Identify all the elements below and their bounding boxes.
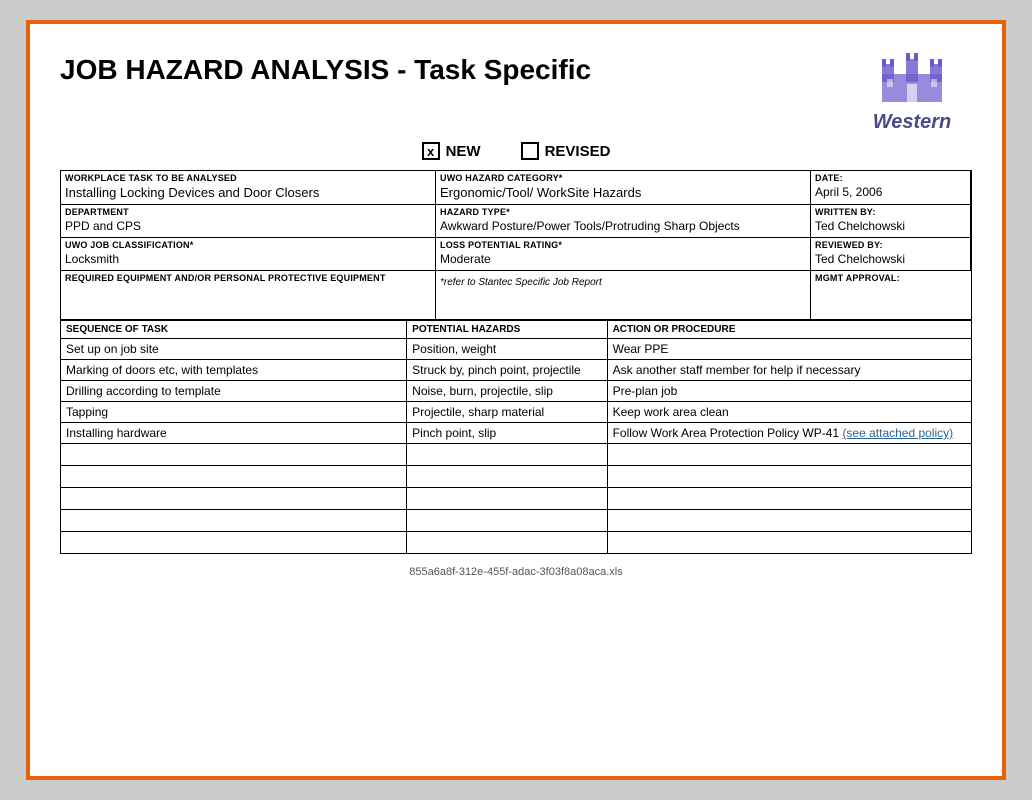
new-checkbox: x <box>422 142 440 160</box>
action-cell: Wear PPE <box>607 339 971 360</box>
file-id: 855a6a8f-312e-455f-adac-3f03f8a08aca.xls <box>409 566 622 578</box>
action-cell: Keep work area clean <box>607 402 971 423</box>
workplace-task-cell: WORKPLACE TASK TO BE ANALYSED Installing… <box>61 171 436 205</box>
table-row <box>61 488 972 510</box>
written-by-value: Ted Chelchowski <box>811 217 970 237</box>
workplace-task-value: Installing Locking Devices and Door Clos… <box>61 183 435 204</box>
hazards-cell <box>407 532 607 554</box>
table-row: Set up on job sitePosition, weightWear P… <box>61 339 972 360</box>
action-cell: Pre-plan job <box>607 381 971 402</box>
col-action: ACTION OR PROCEDURE <box>607 321 971 339</box>
form-section: WORKPLACE TASK TO BE ANALYSED Installing… <box>60 170 972 320</box>
hazards-cell: Struck by, pinch point, projectile <box>407 360 607 381</box>
required-equipment-label: REQUIRED EQUIPMENT AND/OR PERSONAL PROTE… <box>61 271 435 283</box>
task-cell <box>61 510 407 532</box>
hazard-type-value: Awkward Posture/Power Tools/Protruding S… <box>436 217 810 237</box>
refer-text: *refer to Stantec Specific Job Report <box>436 271 810 292</box>
new-label: NEW <box>446 143 481 160</box>
uwo-job-value: Locksmith <box>61 250 435 270</box>
hazards-cell <box>407 510 607 532</box>
action-cell: Ask another staff member for help if nec… <box>607 360 971 381</box>
logo-text: Western <box>852 111 972 134</box>
logo-area: Western <box>852 44 972 134</box>
hazards-cell <box>407 444 607 466</box>
page-title: JOB HAZARD ANALYSIS - Task Specific <box>60 44 591 86</box>
hazard-type-cell: HAZARD TYPE* Awkward Posture/Power Tools… <box>436 205 811 238</box>
workplace-task-label: WORKPLACE TASK TO BE ANALYSED <box>61 171 435 183</box>
action-cell <box>607 532 971 554</box>
loss-potential-value: Moderate <box>436 250 810 270</box>
hazards-cell: Noise, burn, projectile, slip <box>407 381 607 402</box>
required-equipment-value <box>61 283 435 319</box>
uwo-job-label: UWO JOB CLASSIFICATION* <box>61 238 435 250</box>
col-task: SEQUENCE OF TASK <box>61 321 407 339</box>
action-cell <box>607 444 971 466</box>
footer: 855a6a8f-312e-455f-adac-3f03f8a08aca.xls <box>60 566 972 578</box>
task-table: SEQUENCE OF TASK POTENTIAL HAZARDS ACTIO… <box>60 320 972 554</box>
western-logo-icon <box>877 44 947 104</box>
table-row <box>61 444 972 466</box>
action-cell <box>607 488 971 510</box>
task-cell: Tapping <box>61 402 407 423</box>
date-value: April 5, 2006 <box>811 183 970 203</box>
col-hazards: POTENTIAL HAZARDS <box>407 321 607 339</box>
action-cell: Follow Work Area Protection Policy WP-41… <box>607 423 971 444</box>
table-row <box>61 466 972 488</box>
table-row: Installing hardwarePinch point, slipFoll… <box>61 423 972 444</box>
task-cell <box>61 488 407 510</box>
date-label: DATE: <box>811 171 970 183</box>
required-equipment-cell: REQUIRED EQUIPMENT AND/OR PERSONAL PROTE… <box>61 271 436 320</box>
action-cell <box>607 510 971 532</box>
hazards-cell: Pinch point, slip <box>407 423 607 444</box>
action-cell <box>607 466 971 488</box>
department-cell: DEPARTMENT PPD and CPS <box>61 205 436 238</box>
written-by-label: WRITTEN BY: <box>811 205 970 217</box>
header-row: JOB HAZARD ANALYSIS - Task Specific <box>60 44 972 134</box>
department-value: PPD and CPS <box>61 217 435 237</box>
table-row <box>61 510 972 532</box>
date-cell: DATE: April 5, 2006 <box>811 171 971 205</box>
new-status: x NEW <box>422 142 481 160</box>
task-cell <box>61 466 407 488</box>
table-row: TappingProjectile, sharp materialKeep wo… <box>61 402 972 423</box>
mgmt-approval-label: MGMT APPROVAL: <box>811 271 971 283</box>
reviewed-by-label: REVIEWED BY: <box>811 238 970 250</box>
refer-cell: *refer to Stantec Specific Job Report <box>436 271 811 320</box>
policy-link[interactable]: (see attached policy) <box>842 426 953 440</box>
hazards-cell <box>407 488 607 510</box>
loss-potential-label: LOSS POTENTIAL RATING* <box>436 238 810 250</box>
loss-potential-cell: LOSS POTENTIAL RATING* Moderate <box>436 238 811 271</box>
hazards-cell: Projectile, sharp material <box>407 402 607 423</box>
table-row: Drilling according to templateNoise, bur… <box>61 381 972 402</box>
status-row: x NEW REVISED <box>60 142 972 160</box>
uwo-hazard-value: Ergonomic/Tool/ WorkSite Hazards <box>436 183 810 204</box>
task-cell: Installing hardware <box>61 423 407 444</box>
page: JOB HAZARD ANALYSIS - Task Specific <box>26 20 1006 780</box>
uwo-hazard-label: UWO HAZARD CATEGORY* <box>436 171 810 183</box>
hazards-cell <box>407 466 607 488</box>
table-row: Marking of doors etc, with templatesStru… <box>61 360 972 381</box>
written-by-cell: WRITTEN BY: Ted Chelchowski <box>811 205 971 238</box>
mgmt-approval-cell: MGMT APPROVAL: <box>811 271 971 320</box>
reviewed-by-value: Ted Chelchowski <box>811 250 970 270</box>
task-cell: Drilling according to template <box>61 381 407 402</box>
hazard-type-label: HAZARD TYPE* <box>436 205 810 217</box>
task-cell: Marking of doors etc, with templates <box>61 360 407 381</box>
mgmt-approval-value <box>811 283 971 319</box>
department-label: DEPARTMENT <box>61 205 435 217</box>
task-cell <box>61 444 407 466</box>
task-cell <box>61 532 407 554</box>
revised-checkbox <box>521 142 539 160</box>
hazards-cell: Position, weight <box>407 339 607 360</box>
task-cell: Set up on job site <box>61 339 407 360</box>
revised-status: REVISED <box>521 142 611 160</box>
reviewed-by-cell: REVIEWED BY: Ted Chelchowski <box>811 238 971 271</box>
table-row <box>61 532 972 554</box>
uwo-hazard-cell: UWO HAZARD CATEGORY* Ergonomic/Tool/ Wor… <box>436 171 811 205</box>
revised-label: REVISED <box>545 143 611 160</box>
uwo-job-cell: UWO JOB CLASSIFICATION* Locksmith <box>61 238 436 271</box>
